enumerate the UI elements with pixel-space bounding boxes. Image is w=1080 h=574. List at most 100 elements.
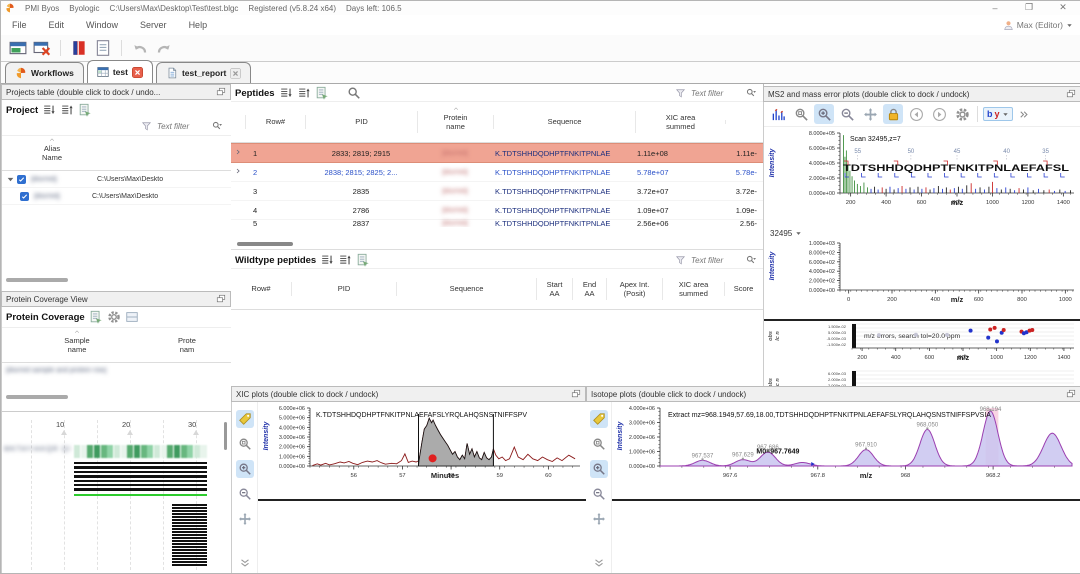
tab-close-icon[interactable] [230,68,241,79]
column-header-end[interactable]: EndAA [572,278,606,301]
tab-workflows[interactable]: Workflows [5,62,84,83]
peptides-filter-input[interactable] [689,88,743,99]
zoom-out-icon[interactable] [590,485,608,503]
column-header-blank[interactable] [725,120,759,124]
sample-name-column-header[interactable]: Sample name [2,334,152,357]
menu-server[interactable]: Server [129,20,178,30]
search-dropdown-icon[interactable] [212,121,223,132]
column-header-apex-int-[interactable]: Apex Int.(Posit) [606,278,662,301]
column-header-xic-area[interactable]: XIC areasummed [635,111,725,134]
coverage-map[interactable]: 102030MKTAYIAKQR QISFVKSHFS [1,411,232,574]
column-header-score[interactable]: Score [724,282,762,295]
mass-error-plot-2[interactable]: 02004006008001000m/z6.000e-032.000e-03-2… [764,368,1080,386]
xic-panel-header[interactable]: XIC plots (double click to dock / undock… [231,386,586,402]
collapse-strip-icon[interactable] [236,553,254,571]
project-checkbox[interactable] [17,175,26,184]
path-column-header[interactable] [102,151,226,155]
menu-window[interactable]: Window [75,20,129,30]
projects-filter-input[interactable] [155,121,209,132]
report-icon[interactable] [89,310,103,324]
menu-help[interactable]: Help [178,20,219,30]
column-header-sequence[interactable]: Sequence [396,282,536,295]
column-header-pid[interactable]: PID [305,115,417,128]
sort-ascending-icon[interactable] [297,86,311,100]
alias-name-column-header[interactable]: Alias Name [2,142,102,165]
peptide-row[interactable]: 22838; 2815; 2825; 2...[blurred]K.TDTSHH… [231,163,763,182]
zoom-in-icon[interactable] [236,460,254,478]
project-tree-row[interactable]: [blurred]C:\Users\Max\Deskto [2,188,231,205]
report-icon[interactable] [78,103,92,117]
close-button[interactable]: ✕ [1049,1,1077,14]
column-header-start[interactable]: StartAA [536,278,572,301]
zoom-reset-icon[interactable] [791,104,811,124]
dock-icon[interactable] [1066,389,1076,399]
workflow-library-icon[interactable] [70,39,88,57]
column-header-row-[interactable]: Row# [245,115,305,128]
gear-icon[interactable] [107,310,121,324]
isotope-spectrum-plot[interactable]: 4.000e+063.000e+062.000e+061.000e+060.00… [612,402,1080,501]
peptide-row[interactable]: 12833; 2819; 2915[blurred]K.TDTSHHDQDHPT… [231,143,763,163]
scan-dropdown[interactable]: 32495 [764,228,1080,238]
dock-icon[interactable] [216,294,226,304]
column-header-xic-area[interactable]: XIC areasummed [662,278,724,301]
restore-button[interactable]: ❐ [1015,1,1043,14]
open-project-icon[interactable] [9,39,27,57]
peptides-hscrollbar[interactable] [237,242,293,246]
funnel-icon[interactable] [141,121,152,132]
tag-icon[interactable] [236,410,254,428]
undo-icon[interactable] [131,39,149,57]
zoom-out-icon[interactable] [236,485,254,503]
mass-error-plot-1[interactable]: 200400600800100012001400m/z1.500e-025.00… [764,321,1080,368]
close-project-icon[interactable] [33,39,51,57]
coverage-row-blurred[interactable]: [blurred sample and protein row] [2,363,231,378]
spectrum-table-icon[interactable] [768,104,788,124]
column-header-protein[interactable]: Proteinname [417,111,493,134]
toolbar-overflow-icon[interactable] [1018,109,1029,120]
column-header-blank[interactable] [231,120,245,124]
wildtype-filter-input[interactable] [689,255,743,266]
column-header-pid[interactable]: PID [291,282,396,295]
peptide-row[interactable]: 42786[blurred]K.TDTSHHDQDHPTFNKITPNLAE1.… [231,201,763,220]
search-dropdown-icon[interactable] [746,88,757,99]
projects-hscrollbar[interactable] [6,278,68,282]
report-icon[interactable] [356,253,370,267]
redo-icon[interactable] [155,39,173,57]
coverage-panel-header[interactable]: Protein Coverage View [1,291,231,307]
layout-icon[interactable] [125,310,139,324]
nav-back-icon[interactable] [906,104,926,124]
zoom-out-icon[interactable] [837,104,857,124]
coverage-hscrollbar[interactable] [6,395,68,399]
peptide-row[interactable]: 52837[blurred]K.TDTSHHDQDHPTFNKITPNLAE2.… [231,220,763,227]
menu-edit[interactable]: Edit [38,20,76,30]
search-dropdown-icon[interactable] [746,255,757,266]
zoom-in-icon[interactable] [590,460,608,478]
sort-descending-icon[interactable] [279,86,293,100]
ms2-spectrum-plot[interactable]: 8.000e+056.000e+054.000e+052.000e+050.00… [764,127,1080,228]
pan-icon[interactable] [236,510,254,528]
ion-series-dropdown[interactable]: by [983,107,1013,121]
minimize-button[interactable]: – [981,1,1009,14]
project-tree-row[interactable]: [blurred]C:\Users\Max\Deskto [2,171,231,188]
projects-panel-header[interactable]: Projects table (double click to dock / u… [1,84,231,100]
funnel-icon[interactable] [675,88,686,99]
ms2-secondary-plot[interactable]: 1.000e+038.000e+026.000e+024.000e+022.00… [764,238,1080,321]
report-icon[interactable] [315,86,329,100]
pan-icon[interactable] [860,104,880,124]
tab-test_report[interactable]: test_report [156,62,251,83]
sort-descending-icon[interactable] [42,103,56,117]
row-expander-icon[interactable] [234,148,242,156]
pan-icon[interactable] [590,510,608,528]
menu-file[interactable]: File [1,20,38,30]
sort-ascending-icon[interactable] [60,103,74,117]
lock-icon[interactable] [883,104,903,124]
dock-icon[interactable] [571,389,581,399]
zoom-reset-icon[interactable] [590,435,608,453]
funnel-icon[interactable] [675,255,686,266]
settings-icon[interactable] [952,104,972,124]
peptide-row[interactable]: 32835[blurred]K.TDTSHHDQDHPTFNKITPNLAE3.… [231,182,763,201]
ms2-panel-header[interactable]: MS2 and mass error plots (double click t… [763,86,1080,102]
dock-icon[interactable] [1066,89,1076,99]
collapse-strip-icon[interactable] [590,553,608,571]
column-header-row-[interactable]: Row# [231,282,291,295]
expander-chevron-icon[interactable] [6,175,15,184]
